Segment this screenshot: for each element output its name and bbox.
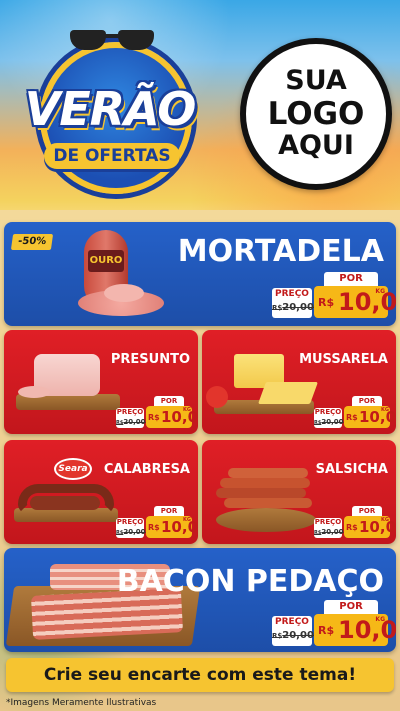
currency: R$ xyxy=(148,413,160,422)
cta-banner[interactable]: Crie seu encarte com este tema! xyxy=(6,658,394,692)
new-price: POR R$ 10,00 KG xyxy=(314,272,396,318)
price-box: PREÇO R$20,00 POR R$ 10,00 KG xyxy=(314,396,396,428)
old-price-value: 20,00 xyxy=(123,418,146,426)
new-price-value: 10,00 xyxy=(359,408,396,426)
old-price: PREÇO R$20,00 xyxy=(314,518,344,538)
badge-title: VERÃO xyxy=(24,82,197,136)
product-card-salsicha[interactable]: SALSICHA PREÇO R$20,00 POR R$ 10,00 KG xyxy=(202,440,396,544)
verao-de-ofertas-badge: VERÃO DE OFERTAS xyxy=(22,28,198,194)
discount-badge: -50% xyxy=(10,234,54,250)
unit-label: KG xyxy=(375,616,385,623)
old-price-value: 20,00 xyxy=(282,302,314,313)
price-box: PREÇO R$20,00 POR R$ 10,00 KG xyxy=(116,396,198,428)
old-price-label: PREÇO xyxy=(314,408,342,416)
por-label: POR xyxy=(352,506,382,516)
brand-label: OURO xyxy=(89,255,123,266)
presunto-image xyxy=(10,350,120,420)
new-price-value: 10,00 xyxy=(161,408,198,426)
new-price: POR R$ 10,00 KG xyxy=(344,396,396,428)
old-price-label: PREÇO xyxy=(275,617,309,627)
unit-label: KG xyxy=(381,517,389,523)
currency: R$ xyxy=(318,296,335,309)
old-price-label: PREÇO xyxy=(116,408,144,416)
old-price-value: 20,00 xyxy=(321,418,344,426)
seara-logo: Seara xyxy=(54,458,92,480)
product-name: SALSICHA xyxy=(315,462,388,477)
por-label: POR xyxy=(324,272,378,286)
badge-subtitle: DE OFERTAS xyxy=(44,143,180,169)
por-label: POR xyxy=(154,396,184,406)
flyer-page: VERÃO DE OFERTAS SUA LOGO AQUI -50% OURO… xyxy=(0,0,400,711)
old-price-label: PREÇO xyxy=(275,289,309,299)
price-box: PREÇO R$20,00 POR R$ 10,00 KG xyxy=(116,506,198,538)
old-price: PREÇO R$20,00 xyxy=(116,518,146,538)
currency: R$ xyxy=(346,413,358,422)
logo-placeholder[interactable]: SUA LOGO AQUI xyxy=(240,38,392,190)
product-name: CALABRESA xyxy=(103,462,190,477)
sunglasses-icon xyxy=(70,30,154,52)
old-price-prefix: R$ xyxy=(272,632,283,640)
new-price: POR R$ 10,00 KG xyxy=(146,506,198,538)
currency: R$ xyxy=(148,523,160,532)
logo-line-3: AQUI xyxy=(278,130,354,162)
product-card-calabresa[interactable]: Seara CALABRESA PREÇO R$20,00 POR R$ 10,… xyxy=(4,440,198,544)
product-name: MUSSARELA xyxy=(299,352,388,367)
old-price: PREÇO R$20,00 xyxy=(116,408,146,428)
product-card-mussarela[interactable]: MUSSARELA PREÇO R$20,00 POR R$ 10,00 KG xyxy=(202,330,396,434)
old-price-label: PREÇO xyxy=(314,518,342,526)
old-price-value: 20,00 xyxy=(321,528,344,536)
unit-label: KG xyxy=(381,407,389,413)
currency: R$ xyxy=(318,624,335,637)
logo-line-2: LOGO xyxy=(267,95,365,132)
footnote: *Imagens Meramente Ilustrativas xyxy=(6,698,157,708)
new-price-value: 10,00 xyxy=(338,616,396,644)
new-price: POR R$ 10,00 KG xyxy=(344,506,396,538)
new-price-value: 10,00 xyxy=(161,518,198,536)
new-price: POR R$ 10,00 KG xyxy=(146,396,198,428)
product-name: PRESUNTO xyxy=(110,352,190,367)
price-box: PREÇO R$20,00 POR R$ 10,00 KG xyxy=(272,272,396,318)
old-price-label: PREÇO xyxy=(116,518,144,526)
new-price-value: 10,00 xyxy=(359,518,396,536)
por-label: POR xyxy=(352,396,382,406)
por-label: POR xyxy=(324,600,378,614)
new-price: POR R$ 10,00 KG xyxy=(314,600,396,646)
product-name: MORTADELA xyxy=(177,234,384,269)
unit-label: KG xyxy=(375,288,385,295)
new-price-value: 10,00 xyxy=(338,288,396,316)
old-price: PREÇO R$20,00 xyxy=(272,288,314,318)
product-card-bacon[interactable]: BACON PEDAÇO PREÇO R$20,00 POR R$ 10,00 … xyxy=(4,548,396,652)
old-price-value: 20,00 xyxy=(282,630,314,641)
unit-label: KG xyxy=(183,407,191,413)
old-price: PREÇO R$20,00 xyxy=(272,616,314,646)
old-price-prefix: R$ xyxy=(272,304,283,312)
price-box: PREÇO R$20,00 POR R$ 10,00 KG xyxy=(314,506,396,538)
logo-line-1: SUA xyxy=(285,65,347,97)
currency: R$ xyxy=(346,523,358,532)
mortadela-image: OURO xyxy=(74,230,164,320)
product-card-mortadela[interactable]: -50% OURO MORTADELA PREÇO R$20,00 POR R$… xyxy=(4,222,396,326)
price-box: PREÇO R$20,00 POR R$ 10,00 KG xyxy=(272,600,396,646)
old-price: PREÇO R$20,00 xyxy=(314,408,344,428)
unit-label: KG xyxy=(183,517,191,523)
salsicha-image xyxy=(206,456,320,538)
por-label: POR xyxy=(154,506,184,516)
product-card-presunto[interactable]: PRESUNTO PREÇO R$20,00 POR R$ 10,00 KG xyxy=(4,330,198,434)
product-name: BACON PEDAÇO xyxy=(116,564,384,599)
old-price-value: 20,00 xyxy=(123,528,146,536)
